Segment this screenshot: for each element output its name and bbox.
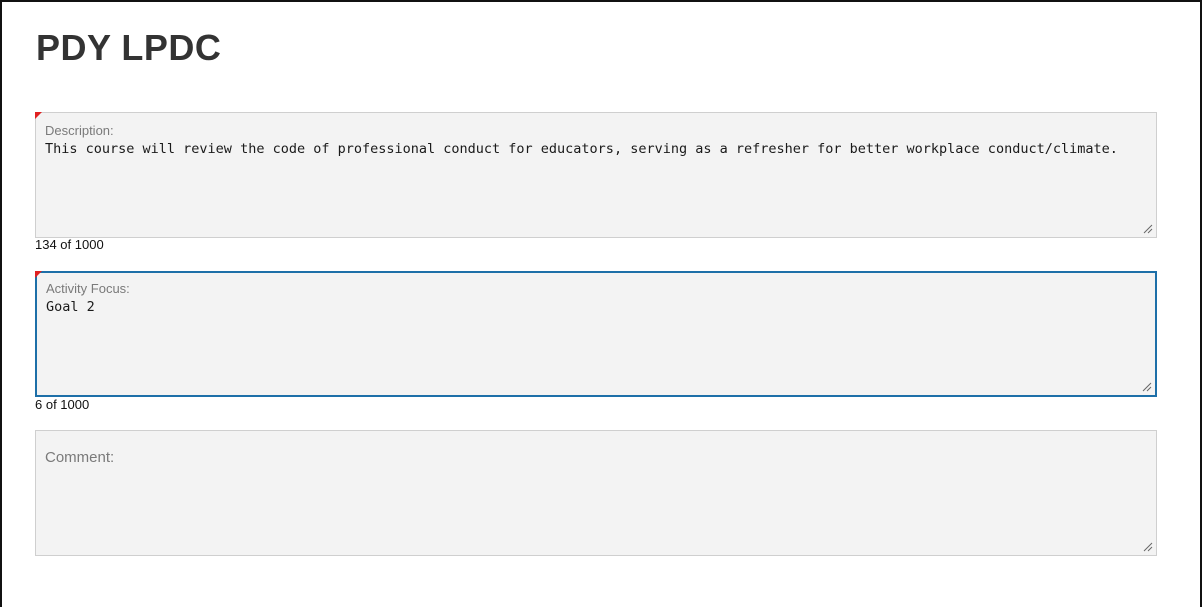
required-marker-icon [35,271,42,278]
description-value[interactable]: This course will review the code of prof… [45,138,1126,160]
required-marker-icon [35,112,42,119]
page-title: PDY LPDC [36,27,222,68]
description-field[interactable]: Description: This course will review the… [35,112,1157,238]
comment-field[interactable]: Comment: [35,430,1157,556]
resize-grip-icon[interactable] [1142,382,1152,392]
activity-focus-value[interactable]: Goal 2 [46,296,1125,318]
activity-focus-char-count: 6 of 1000 [35,397,90,412]
activity-focus-field[interactable]: Activity Focus: Goal 2 [35,271,1157,397]
form-panel: PDY LPDC Description: This course will r… [0,0,1202,607]
resize-grip-icon[interactable] [1143,224,1153,234]
description-label: Description: [45,123,114,138]
resize-grip-icon[interactable] [1143,542,1153,552]
description-char-count: 134 of 1000 [35,237,104,252]
activity-focus-label: Activity Focus: [46,281,130,296]
comment-label: Comment: [45,449,115,466]
